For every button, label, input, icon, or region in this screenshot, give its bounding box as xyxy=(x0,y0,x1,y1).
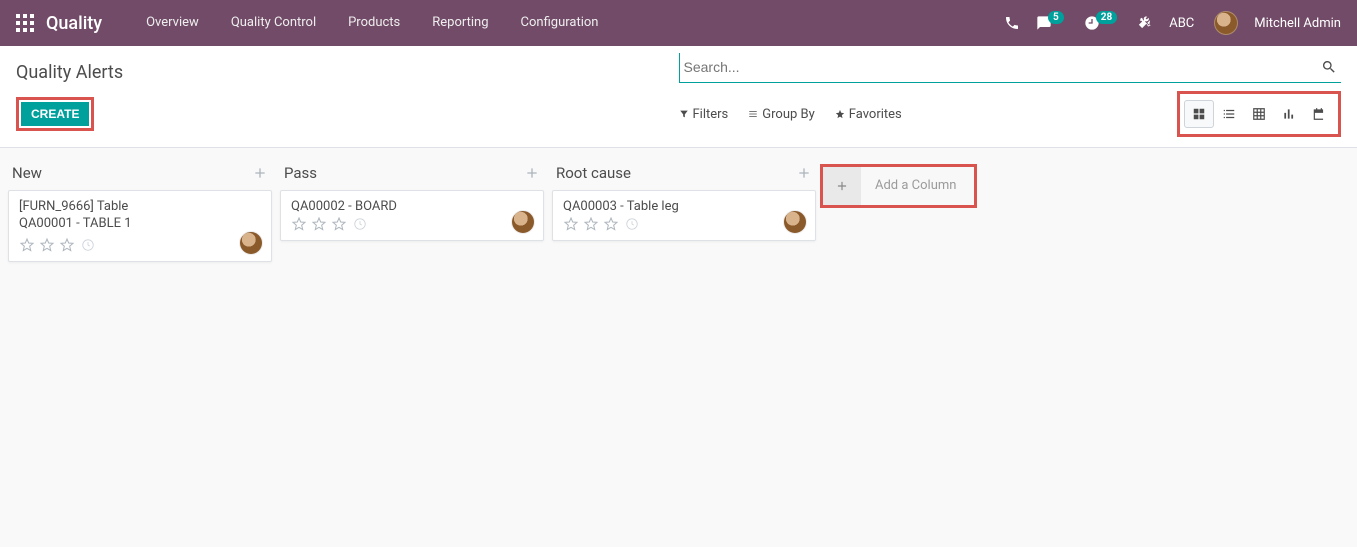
user-name[interactable]: Mitchell Admin xyxy=(1254,16,1341,31)
breadcrumb: Quality Alerts xyxy=(16,52,679,83)
activities-badge: 28 xyxy=(1096,11,1117,24)
priority-star-3[interactable] xyxy=(331,216,347,232)
bar-chart-icon xyxy=(1282,107,1296,121)
grid-icon xyxy=(1252,107,1266,121)
search-input[interactable] xyxy=(684,59,1322,75)
highlight-create: CREATE xyxy=(16,97,94,131)
menu-reporting[interactable]: Reporting xyxy=(416,0,504,46)
menu-products[interactable]: Products xyxy=(332,0,416,46)
kanban-card[interactable]: [FURN_9666] Table QA00001 - TABLE 1 xyxy=(8,190,272,262)
activity-icon[interactable] xyxy=(81,238,95,252)
list-view-icon xyxy=(1222,107,1236,121)
kanban-column-new: New [FURN_9666] Table QA00001 - TABLE 1 xyxy=(4,156,276,270)
control-panel: Quality Alerts CREATE Filters Group By F… xyxy=(0,46,1357,148)
view-list-button[interactable] xyxy=(1214,100,1244,128)
view-kanban-button[interactable] xyxy=(1184,100,1214,128)
card-line1: QA00002 - BOARD xyxy=(291,199,533,214)
view-switcher xyxy=(1184,100,1334,128)
search-icon[interactable] xyxy=(1321,59,1337,75)
kanban-add-column-wrapper: Add a Column xyxy=(820,156,977,270)
add-column-label: Add a Column xyxy=(861,167,974,205)
column-title[interactable]: Root cause xyxy=(556,164,631,182)
menu-configuration[interactable]: Configuration xyxy=(505,0,615,46)
kanban-icon xyxy=(1192,107,1206,121)
priority-star-3[interactable] xyxy=(603,216,619,232)
activity-icon[interactable] xyxy=(353,217,367,231)
plus-icon[interactable] xyxy=(252,165,268,181)
priority-star-1[interactable] xyxy=(563,216,579,232)
list-icon xyxy=(748,109,758,119)
priority-star-2[interactable] xyxy=(311,216,327,232)
star-icon xyxy=(835,109,845,119)
messages-button[interactable]: 5 xyxy=(1036,15,1068,31)
create-button[interactable]: CREATE xyxy=(21,102,89,126)
activity-icon[interactable] xyxy=(625,217,639,231)
priority-star-3[interactable] xyxy=(59,237,75,253)
assignee-avatar[interactable] xyxy=(783,210,807,234)
plus-icon[interactable] xyxy=(524,165,540,181)
funnel-icon xyxy=(679,109,689,119)
column-title[interactable]: New xyxy=(12,164,42,182)
systray: 5 28 ABC Mitchell Admin xyxy=(1004,11,1341,35)
card-line2: QA00001 - TABLE 1 xyxy=(19,216,261,231)
plus-icon xyxy=(835,179,849,193)
priority-star-2[interactable] xyxy=(39,237,55,253)
kanban-column-root-cause: Root cause QA00003 - Table leg xyxy=(548,156,820,270)
column-title[interactable]: Pass xyxy=(284,164,317,182)
view-calendar-button[interactable] xyxy=(1304,100,1334,128)
assignee-avatar[interactable] xyxy=(511,210,535,234)
priority-star-1[interactable] xyxy=(291,216,307,232)
filters-button[interactable]: Filters xyxy=(679,107,729,122)
favorites-button[interactable]: Favorites xyxy=(835,107,902,122)
kanban-card[interactable]: QA00002 - BOARD xyxy=(280,190,544,241)
menu-overview[interactable]: Overview xyxy=(130,0,215,46)
main-menu: Overview Quality Control Products Report… xyxy=(130,0,614,46)
activities-button[interactable]: 28 xyxy=(1084,15,1121,31)
highlight-view-switcher xyxy=(1177,91,1341,137)
company-switcher[interactable]: ABC xyxy=(1169,16,1194,31)
calendar-icon xyxy=(1312,107,1326,121)
kanban-column-pass: Pass QA00002 - BOARD xyxy=(276,156,548,270)
priority-star-2[interactable] xyxy=(583,216,599,232)
groupby-button[interactable]: Group By xyxy=(748,107,815,122)
search-bar[interactable] xyxy=(679,53,1342,83)
card-line1: [FURN_9666] Table xyxy=(19,199,261,214)
menu-quality-control[interactable]: Quality Control xyxy=(215,0,332,46)
top-nav: Quality Overview Quality Control Product… xyxy=(0,0,1357,46)
kanban-card[interactable]: QA00003 - Table leg xyxy=(552,190,816,241)
app-brand[interactable]: Quality xyxy=(46,13,102,34)
tools-icon[interactable] xyxy=(1137,15,1153,31)
apps-icon[interactable] xyxy=(16,14,34,32)
card-line1: QA00003 - Table leg xyxy=(563,199,805,214)
phone-icon[interactable] xyxy=(1004,15,1020,31)
view-pivot-button[interactable] xyxy=(1244,100,1274,128)
highlight-add-column: Add a Column xyxy=(820,164,977,208)
kanban-board: New [FURN_9666] Table QA00001 - TABLE 1 … xyxy=(0,148,1357,278)
messages-badge: 5 xyxy=(1048,11,1064,24)
user-avatar[interactable] xyxy=(1214,11,1238,35)
add-column-button[interactable]: Add a Column xyxy=(823,167,974,205)
view-graph-button[interactable] xyxy=(1274,100,1304,128)
priority-star-1[interactable] xyxy=(19,237,35,253)
assignee-avatar[interactable] xyxy=(239,231,263,255)
plus-icon[interactable] xyxy=(796,165,812,181)
